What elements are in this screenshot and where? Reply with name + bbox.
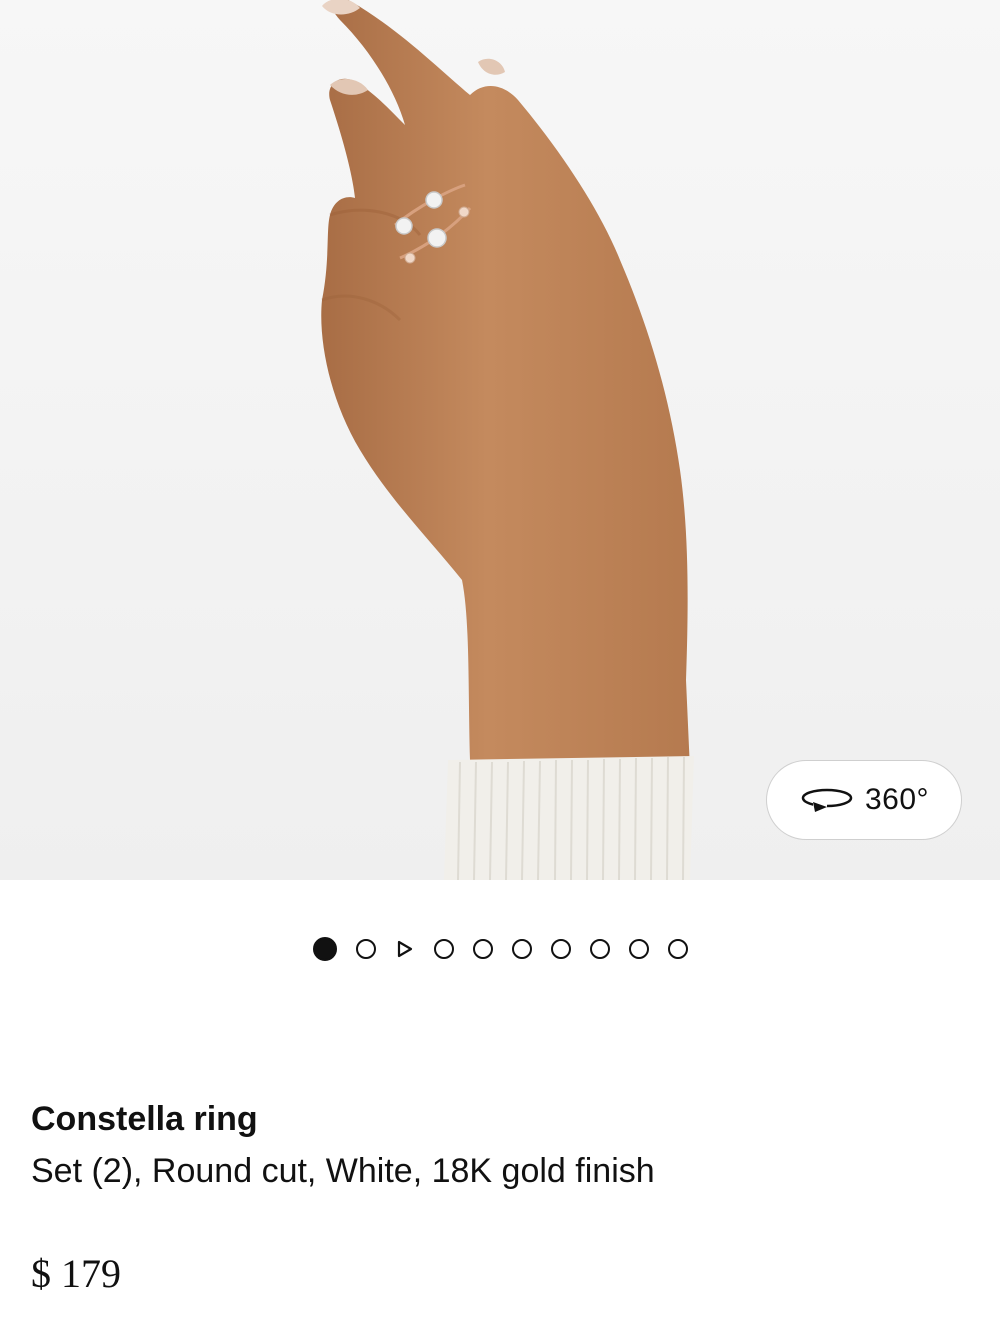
gallery-video-indicator[interactable] — [395, 939, 415, 959]
gallery-pagination — [0, 928, 1000, 970]
gallery-dot[interactable] — [667, 939, 688, 959]
gallery-dot[interactable] — [472, 939, 493, 959]
product-image-gallery[interactable]: 360° — [0, 0, 1000, 880]
gallery-dot-active[interactable] — [312, 937, 337, 961]
view-360-button[interactable]: 360° — [766, 760, 962, 840]
gallery-dot[interactable] — [433, 939, 454, 959]
play-icon — [397, 940, 412, 958]
product-description: Set (2), Round cut, White, 18K gold fini… — [31, 1152, 655, 1190]
gallery-dot[interactable] — [589, 939, 610, 959]
gallery-dot[interactable] — [628, 939, 649, 959]
product-price: $ 179 — [31, 1251, 121, 1296]
gallery-dot[interactable] — [550, 939, 571, 959]
gallery-dot[interactable] — [511, 939, 532, 959]
rotate-360-icon — [799, 785, 855, 815]
view-360-label: 360° — [864, 783, 930, 816]
product-photo — [0, 0, 1000, 880]
gallery-dot[interactable] — [355, 939, 376, 959]
product-name: Constella ring — [31, 1100, 258, 1138]
